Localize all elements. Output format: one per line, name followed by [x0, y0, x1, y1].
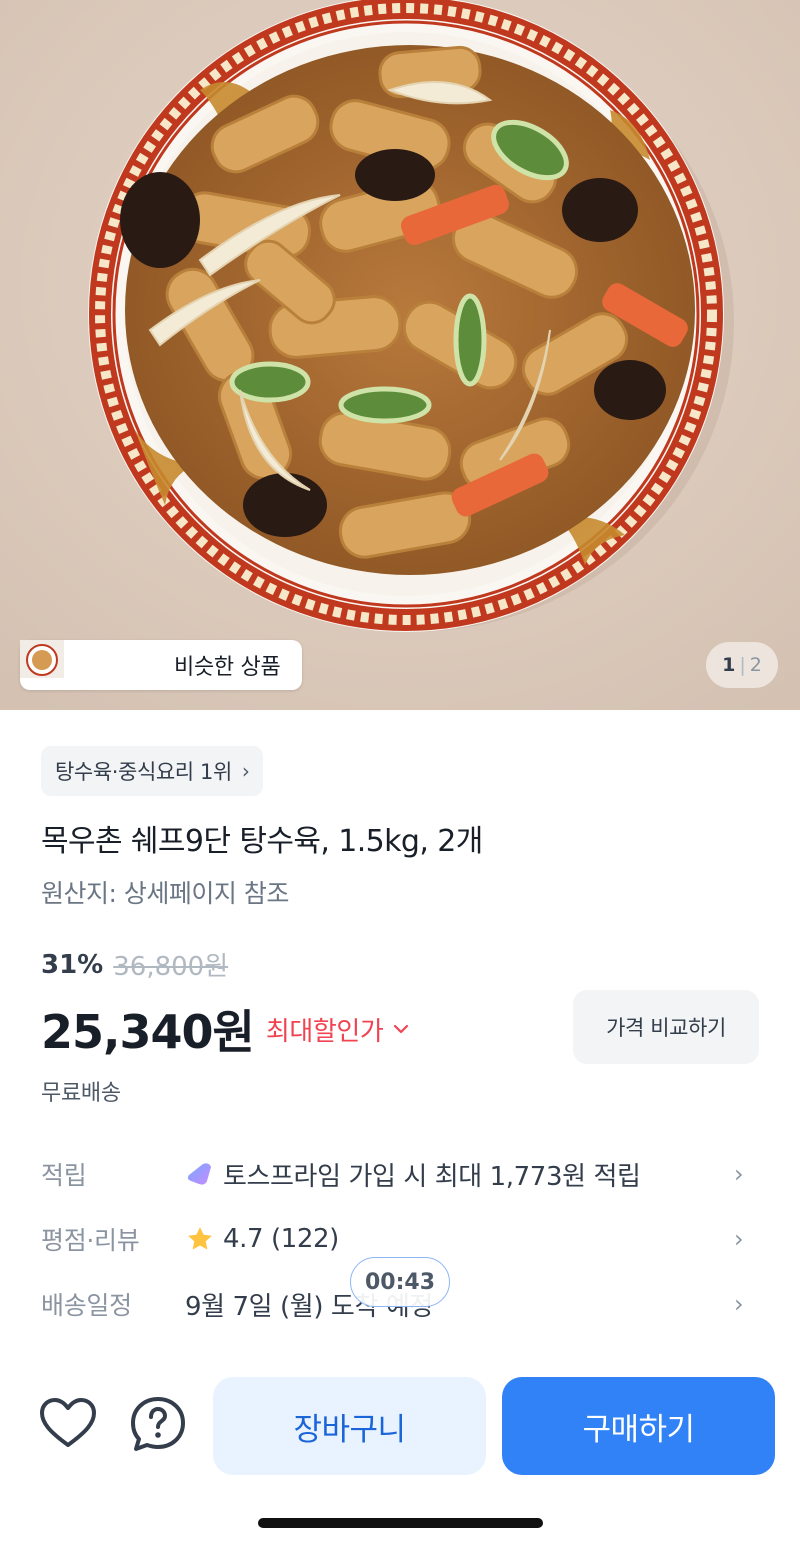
discount-row: 31% 36,800원: [41, 946, 228, 983]
original-price: 36,800원: [113, 952, 229, 982]
max-discount-label: 최대할인가: [265, 1016, 384, 1047]
timer-badge: 00:43: [350, 1257, 450, 1307]
info-row-points[interactable]: 적립 토스프라임 가입 시 최대 1,773원 적립 ›: [0, 1146, 800, 1202]
bottom-action-bar: 장바구니 구매하기: [0, 1340, 800, 1545]
discount-rate: 31%: [41, 949, 104, 980]
question-bubble-icon: [131, 1397, 185, 1451]
buy-now-button[interactable]: 구매하기: [502, 1377, 775, 1475]
home-indicator: [258, 1518, 543, 1528]
wishlist-button[interactable]: [38, 1394, 98, 1454]
max-discount-toggle[interactable]: 최대할인가: [266, 1011, 410, 1048]
category-rank-chip[interactable]: 탕수육·중식요리 1위 ›: [41, 746, 264, 796]
star-icon: [185, 1224, 215, 1254]
page-current: 1: [722, 654, 736, 676]
product-title: 목우촌 쉐프9단 탕수육, 1.5kg, 2개: [41, 824, 483, 859]
image-page-indicator: 1 | 2: [706, 642, 778, 688]
points-text: 토스프라임 가입 시 최대 1,773원 적립: [223, 1161, 641, 1192]
chevron-right-icon: ›: [734, 1160, 744, 1188]
info-label: 배송일정: [41, 1291, 132, 1320]
chevron-right-icon: ›: [241, 759, 250, 783]
rating-text: 4.7 (122): [223, 1224, 339, 1254]
origin-text: 원산지: 상세페이지 참조: [41, 879, 289, 908]
similar-products-chip[interactable]: 비슷한 상품: [20, 640, 302, 690]
similar-product-thumbnail: [20, 640, 164, 684]
info-label: 평점·리뷰: [41, 1226, 140, 1255]
chevron-down-icon: [393, 1019, 409, 1040]
similar-product-thumbnail: [20, 640, 118, 684]
chevron-right-icon: ›: [734, 1290, 744, 1318]
heart-icon: [40, 1398, 96, 1447]
shipping-info: 무료배송: [41, 1081, 121, 1106]
product-image[interactable]: 비슷한 상품 1 | 2: [0, 0, 800, 710]
info-value: 토스프라임 가입 시 최대 1,773원 적립: [185, 1156, 641, 1193]
sweet-sour-pork-photo: [0, 0, 800, 710]
price-row: 25,340원 최대할인가: [41, 996, 409, 1062]
toss-prime-icon: [185, 1161, 215, 1187]
page-separator: |: [739, 654, 746, 676]
price-compare-button[interactable]: 가격 비교하기: [573, 990, 759, 1064]
info-value: 4.7 (122): [185, 1224, 339, 1254]
page-total: 2: [749, 654, 762, 676]
sale-price: 25,340원: [41, 1005, 255, 1059]
add-to-cart-button[interactable]: 장바구니: [213, 1377, 486, 1475]
similar-products-label: 비슷한 상품: [174, 655, 281, 680]
info-label: 적립: [41, 1161, 87, 1190]
inquiry-button[interactable]: [128, 1394, 188, 1454]
chevron-right-icon: ›: [734, 1225, 744, 1253]
category-rank-label: 탕수육·중식요리 1위: [55, 760, 232, 784]
